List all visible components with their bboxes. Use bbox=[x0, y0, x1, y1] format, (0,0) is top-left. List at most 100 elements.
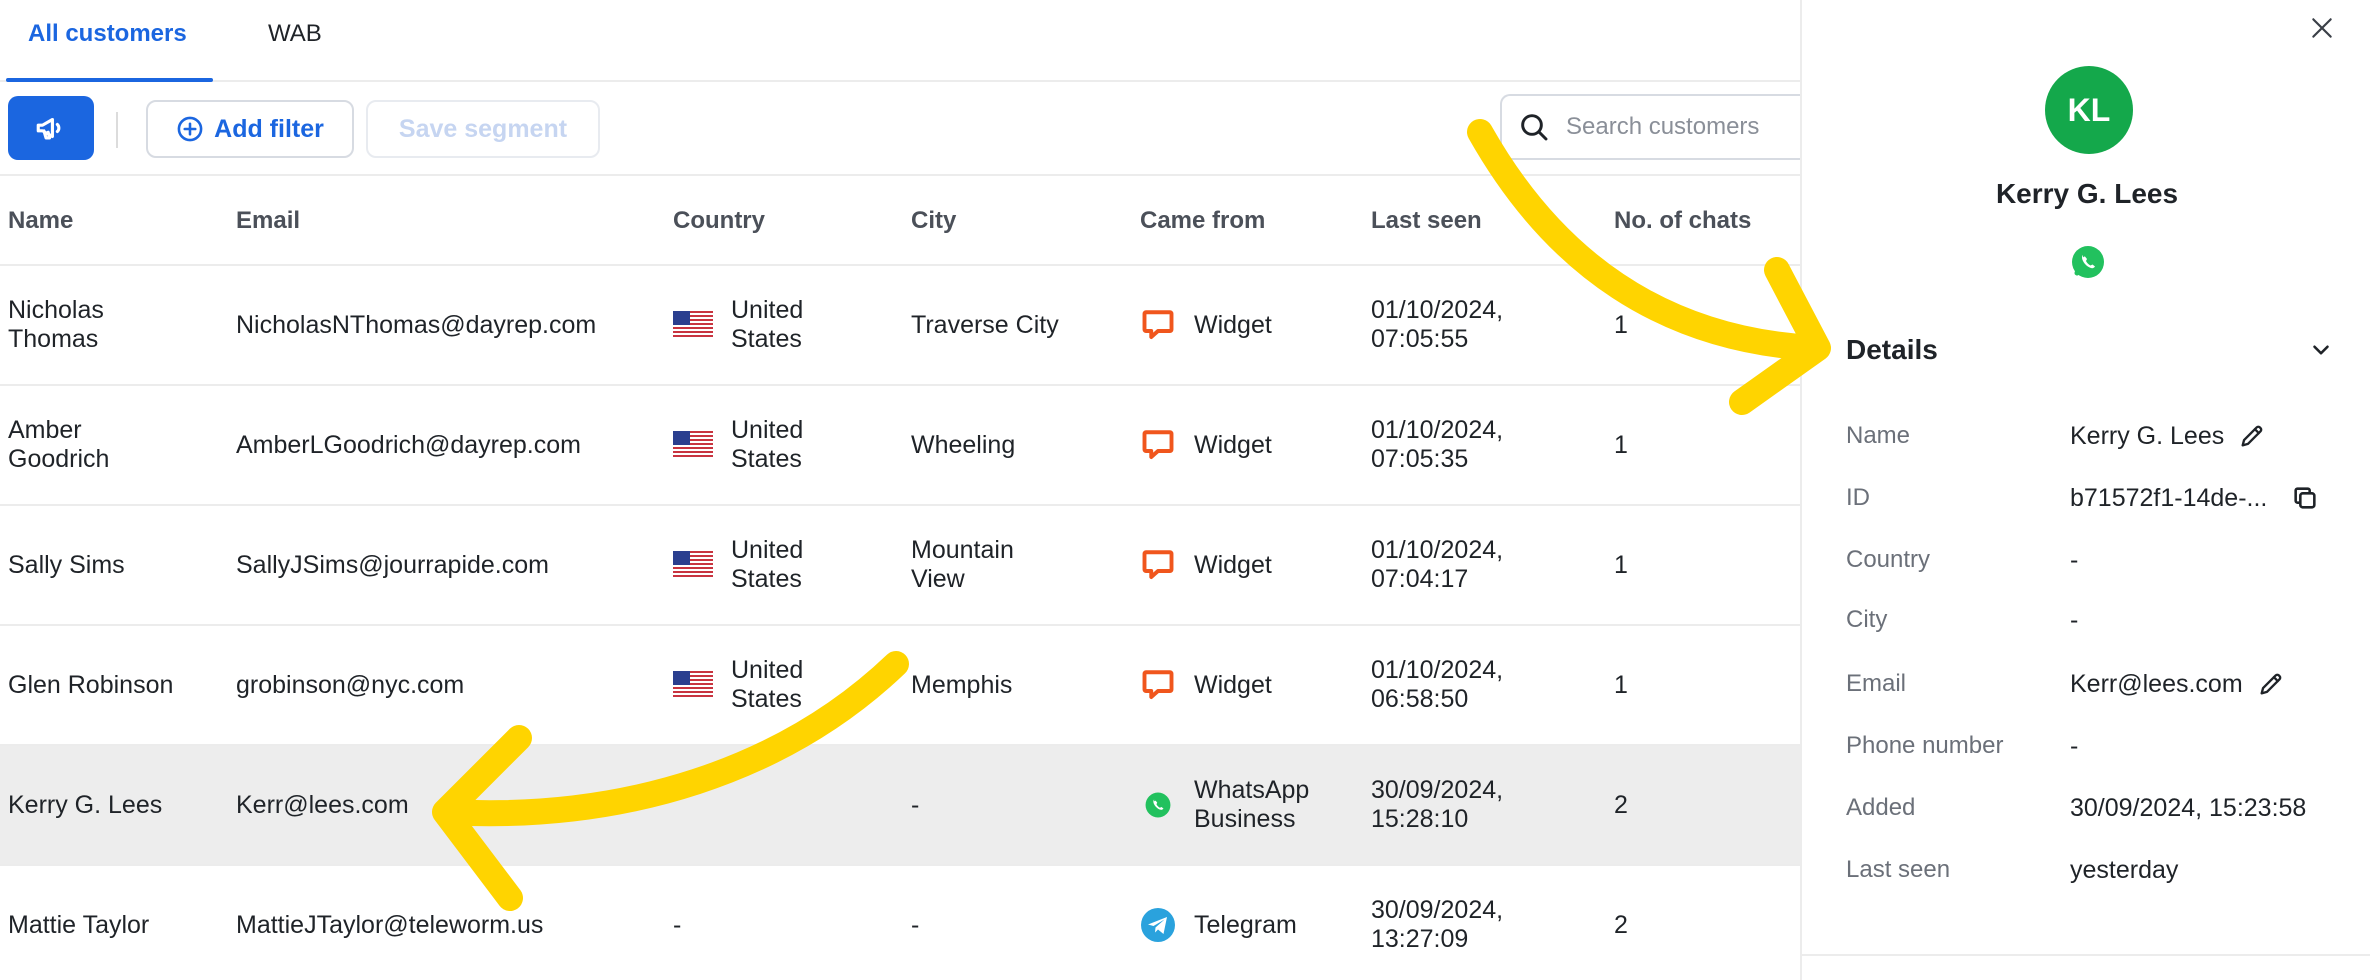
campaign-button[interactable] bbox=[8, 96, 94, 160]
detail-row-last-seen: Last seen yesterday bbox=[1846, 850, 2340, 890]
cell-line: Nicholas bbox=[8, 296, 104, 324]
edit-pencil-icon[interactable] bbox=[2238, 422, 2266, 450]
cell-last-seen: 01/10/2024, 07:05:35 bbox=[1371, 386, 1606, 504]
tab-bar: All customers WAB bbox=[0, 0, 1800, 82]
toolbar: Add filter Save segment Search customers bbox=[0, 82, 1820, 176]
widget-chat-icon bbox=[1140, 667, 1176, 703]
cell-chats-text: 2 bbox=[1614, 790, 1628, 819]
us-flag-icon bbox=[673, 551, 713, 579]
customer-details-panel: KL Kerry G. Lees Details Name Kerry G. L… bbox=[1800, 0, 2370, 980]
save-segment-button[interactable]: Save segment bbox=[366, 100, 600, 158]
detail-label: Phone number bbox=[1846, 732, 2004, 759]
cell-line: 01/10/2024, bbox=[1371, 416, 1504, 444]
cell-chats: 2 bbox=[1614, 746, 1794, 864]
column-header-country[interactable]: Country bbox=[673, 176, 765, 266]
detail-value-wrap: - bbox=[2070, 732, 2078, 761]
add-filter-button[interactable]: Add filter bbox=[146, 100, 354, 158]
detail-value: Kerry G. Lees bbox=[2070, 421, 2225, 450]
cell-city: - bbox=[911, 746, 1131, 864]
cell-line: 13:27:09 bbox=[1371, 925, 1469, 953]
detail-row-id: ID b71572f1-14de-... bbox=[1846, 478, 2340, 518]
tab-label: All customers bbox=[28, 20, 187, 47]
table-row[interactable]: Kerry G. Lees Kerr@lees.com - WhatsApp Bu… bbox=[0, 746, 1800, 866]
cell-email-text: Kerr@lees.com bbox=[236, 790, 409, 819]
details-title: Details bbox=[1846, 334, 1938, 365]
table-header: Name Email Country City Came from Last s… bbox=[0, 176, 1800, 266]
detail-value-wrap: Kerr@lees.com bbox=[2070, 670, 2285, 699]
detail-value-wrap: 30/09/2024, 15:23:58 bbox=[2070, 794, 2306, 823]
cell-line: Mattie Taylor bbox=[8, 910, 150, 939]
cell-city: Memphis bbox=[911, 626, 1131, 744]
cell-line: 15:28:10 bbox=[1371, 805, 1469, 833]
cell-name: Nicholas Thomas bbox=[8, 266, 228, 384]
detail-value-wrap: yesterday bbox=[2070, 856, 2178, 885]
cell-chats-text: 2 bbox=[1614, 910, 1628, 939]
close-panel-button[interactable] bbox=[2306, 12, 2338, 44]
cell-country bbox=[673, 746, 903, 864]
detail-row-phone-number: Phone number - bbox=[1846, 726, 2340, 766]
detail-label: ID bbox=[1846, 484, 1870, 511]
cell-chats: 1 bbox=[1614, 626, 1794, 744]
tab-wab[interactable]: WAB bbox=[268, 0, 322, 82]
tab-label: WAB bbox=[268, 20, 322, 47]
cell-name: Kerry G. Lees bbox=[8, 746, 228, 864]
cell-line: Glen Robinson bbox=[8, 670, 174, 699]
column-header-came-from[interactable]: Came from bbox=[1140, 176, 1265, 266]
cell-line: Wheeling bbox=[911, 430, 1016, 459]
column-header-email[interactable]: Email bbox=[236, 176, 300, 266]
table-body: Nicholas Thomas NicholasNThomas@dayrep.co… bbox=[0, 266, 1800, 980]
table-row[interactable]: Sally Sims SallyJSims@jourrapide.com Uni… bbox=[0, 506, 1800, 626]
column-header-name[interactable]: Name bbox=[8, 176, 73, 266]
save-segment-label: Save segment bbox=[398, 114, 568, 143]
cell-line: Thomas bbox=[8, 325, 99, 353]
column-header-city[interactable]: City bbox=[911, 176, 956, 266]
cell-email: grobinson@nyc.com bbox=[236, 626, 666, 744]
table-row[interactable]: Nicholas Thomas NicholasNThomas@dayrep.co… bbox=[0, 266, 1800, 386]
table-row[interactable]: Glen Robinson grobinson@nyc.com United St… bbox=[0, 626, 1800, 746]
detail-row-added: Added 30/09/2024, 15:23:58 bbox=[1846, 788, 2340, 828]
cell-chats-text: 1 bbox=[1614, 670, 1628, 699]
plus-circle-icon bbox=[177, 116, 203, 142]
close-icon bbox=[2312, 18, 2332, 38]
cell-line: Widget bbox=[1194, 670, 1272, 699]
cell-last-seen: 30/09/2024, 13:27:09 bbox=[1371, 866, 1606, 980]
detail-value-wrap: Kerry G. Lees bbox=[2070, 422, 2266, 451]
avatar: KL bbox=[2045, 66, 2133, 154]
cell-last-seen: 01/10/2024, 07:05:55 bbox=[1371, 266, 1606, 384]
column-header-last-seen[interactable]: Last seen bbox=[1371, 176, 1482, 266]
cell-email: NicholasNThomas@dayrep.com bbox=[236, 266, 666, 384]
cell-city: Mountain View bbox=[911, 506, 1131, 624]
cell-came-from: Widget bbox=[1140, 506, 1365, 624]
whatsapp-icon bbox=[2072, 246, 2104, 278]
cell-line: Widget bbox=[1194, 550, 1272, 579]
table-row[interactable]: Amber Goodrich AmberLGoodrich@dayrep.com … bbox=[0, 386, 1800, 506]
cell-city: - bbox=[911, 866, 1131, 980]
copy-icon[interactable] bbox=[2291, 484, 2319, 512]
add-filter-label: Add filter bbox=[214, 114, 324, 143]
cell-line: States bbox=[731, 565, 802, 593]
search-box[interactable]: Search customers bbox=[1500, 94, 1820, 160]
details-section-header[interactable]: Details bbox=[1846, 330, 2334, 370]
cell-email: SallyJSims@jourrapide.com bbox=[236, 506, 666, 624]
megaphone-icon bbox=[36, 117, 61, 140]
cell-chats: 1 bbox=[1614, 266, 1794, 384]
column-header-chats[interactable]: No. of chats bbox=[1614, 176, 1751, 266]
edit-pencil-icon[interactable] bbox=[2257, 670, 2285, 698]
cell-line: 07:05:35 bbox=[1371, 445, 1469, 473]
cell-line: - bbox=[911, 910, 920, 939]
cell-country: United States bbox=[673, 626, 903, 744]
tab-all-customers[interactable]: All customers bbox=[6, 0, 213, 82]
cell-email-text: NicholasNThomas@dayrep.com bbox=[236, 310, 597, 339]
cell-line: 01/10/2024, bbox=[1371, 296, 1504, 324]
cell-line: - bbox=[673, 910, 682, 939]
detail-label: Last seen bbox=[1846, 856, 1951, 883]
cell-chats-text: 1 bbox=[1614, 310, 1628, 339]
search-input[interactable]: Search customers bbox=[1566, 113, 1759, 141]
cell-country: United States bbox=[673, 506, 903, 624]
cell-line: Memphis bbox=[911, 670, 1013, 699]
cell-email-text: MattieJTaylor@teleworm.us bbox=[236, 910, 544, 939]
cell-came-from: Telegram bbox=[1140, 866, 1365, 980]
table-row[interactable]: Mattie Taylor MattieJTaylor@teleworm.us … bbox=[0, 866, 1800, 980]
cell-chats-text: 1 bbox=[1614, 550, 1628, 579]
cell-came-from: Widget bbox=[1140, 266, 1365, 384]
